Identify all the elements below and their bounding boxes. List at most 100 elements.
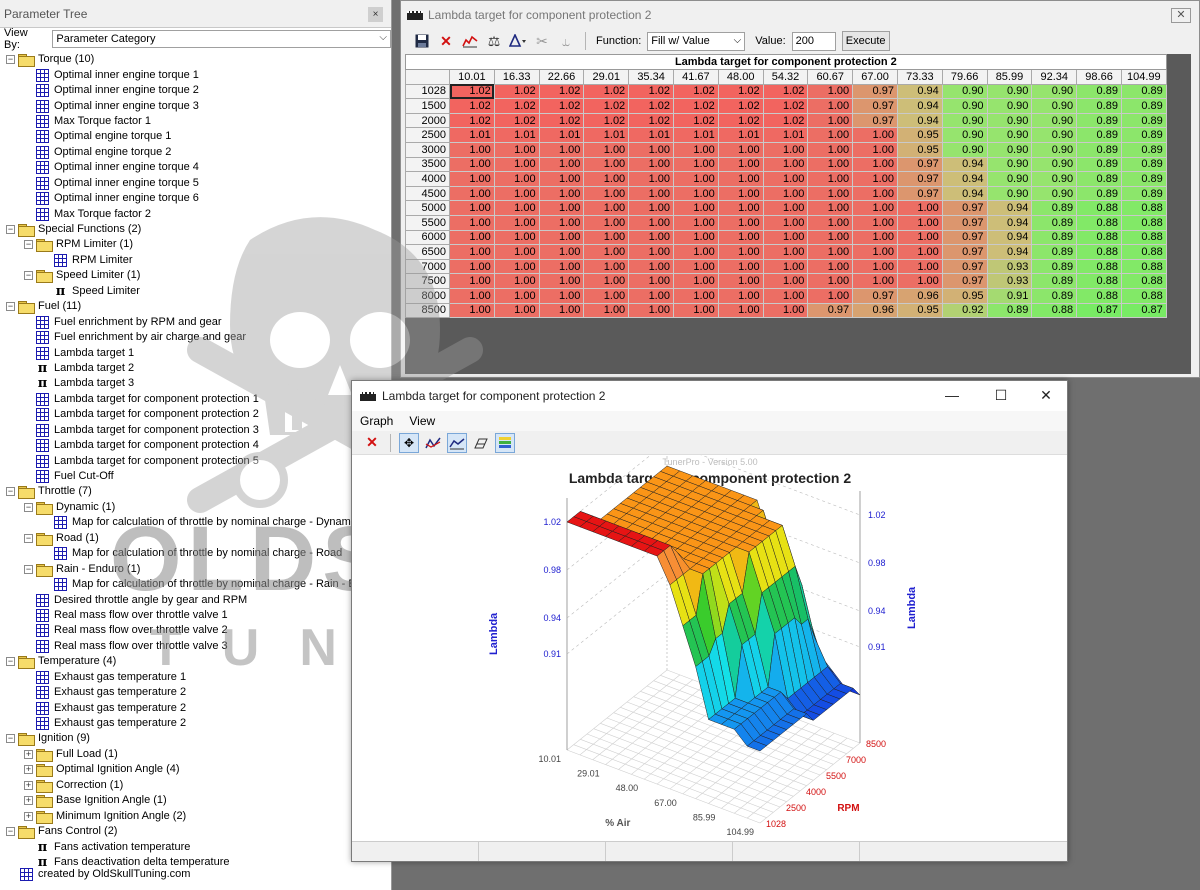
collapse-icon[interactable]: − <box>24 240 33 250</box>
grid-cell[interactable]: 1.00 <box>449 156 495 173</box>
grid-cell[interactable]: 1.00 <box>493 244 540 260</box>
grid-cell[interactable]: 0.90 <box>941 83 988 100</box>
tree-item[interactable]: Real mass flow over throttle valve 2 <box>0 623 391 638</box>
grid-cell[interactable]: 0.95 <box>941 287 988 304</box>
tree-folder[interactable]: − Temperature (4) <box>0 654 391 670</box>
grid-cell[interactable]: 0.95 <box>896 302 943 319</box>
grid-cell[interactable]: 0.94 <box>986 244 1033 260</box>
tree-folder[interactable]: + Correction (1) <box>0 778 391 793</box>
grid-cell[interactable]: 0.89 <box>1031 200 1078 216</box>
grid-cell[interactable]: 1.00 <box>762 287 809 304</box>
grid-cell[interactable]: 1.00 <box>583 141 630 158</box>
grid-cell[interactable]: 1.00 <box>717 214 764 231</box>
row-header[interactable]: 3500 <box>405 156 450 173</box>
grid-cell[interactable]: 1.00 <box>583 287 630 304</box>
grid-cell[interactable]: 0.89 <box>1120 171 1167 187</box>
tree-item[interactable]: π Lambda target 2 <box>0 361 391 376</box>
grid-cell[interactable]: 1.01 <box>493 127 540 143</box>
grid-cell[interactable]: 1.02 <box>583 112 630 129</box>
grid-cell[interactable]: 1.02 <box>493 112 540 129</box>
tree-folder[interactable]: − Ignition (9) <box>0 731 391 747</box>
grid-cell[interactable]: 0.89 <box>1076 141 1122 158</box>
grid-cell[interactable]: 1.01 <box>717 127 764 143</box>
grid-cell[interactable]: 1.02 <box>449 83 495 100</box>
grid-cell[interactable]: 1.01 <box>538 127 585 143</box>
grid-cell[interactable]: 0.89 <box>1076 112 1122 129</box>
grid-cell[interactable]: 1.00 <box>628 273 674 289</box>
grid-cell[interactable]: 1.00 <box>852 273 898 289</box>
collapse-icon[interactable]: − <box>6 734 15 744</box>
surface-icon[interactable] <box>447 432 467 453</box>
grid-cell[interactable]: 0.92 <box>941 302 988 319</box>
expand-icon[interactable]: + <box>24 811 33 821</box>
grid-cell[interactable]: 0.97 <box>852 83 898 100</box>
grid-cell[interactable]: 1.02 <box>762 83 809 100</box>
grid-cell[interactable]: 1.00 <box>493 214 540 231</box>
expand-icon[interactable]: + <box>24 780 33 790</box>
execute-button[interactable]: Execute <box>841 31 890 51</box>
grid-cell[interactable]: 1.02 <box>493 83 540 100</box>
grid-cell[interactable]: 0.88 <box>1076 287 1122 304</box>
grid-cell[interactable]: 1.00 <box>717 141 764 158</box>
view-by-select[interactable]: Parameter Category ⌵ <box>52 30 391 48</box>
grid-cell[interactable]: 0.88 <box>1120 244 1167 260</box>
grid-cell[interactable]: 1.00 <box>762 302 809 319</box>
grid-cell[interactable]: 1.00 <box>762 273 809 289</box>
grid-cell[interactable]: 1.00 <box>583 229 630 246</box>
grid-cell[interactable]: 0.90 <box>986 156 1033 173</box>
grid-cell[interactable]: 0.88 <box>1076 273 1122 289</box>
grid-cell[interactable]: 1.00 <box>852 244 898 260</box>
tree-item[interactable]: Lambda target 1 <box>0 345 391 360</box>
grid-cell[interactable]: 1.00 <box>449 200 495 216</box>
grid-cell[interactable]: 0.90 <box>1031 156 1078 173</box>
grid-cell[interactable]: 1.00 <box>583 273 630 289</box>
row-header[interactable]: 8000 <box>405 287 450 304</box>
grid-cell[interactable]: 1.00 <box>538 156 585 173</box>
grid-cell[interactable]: 1.00 <box>807 185 854 202</box>
row-header[interactable]: 3000 <box>405 141 450 158</box>
grid-cell[interactable]: 1.02 <box>717 112 764 129</box>
grid-cell[interactable]: 1.00 <box>449 302 495 319</box>
grid-cell[interactable]: 1.00 <box>762 185 809 202</box>
grid-cell[interactable]: 1.02 <box>538 83 585 100</box>
grid-cell[interactable]: 1.00 <box>583 258 630 275</box>
grid-cell[interactable]: 1.00 <box>493 273 540 289</box>
tree-item[interactable]: Real mass flow over throttle valve 3 <box>0 639 391 654</box>
grid-cell[interactable]: 1.00 <box>493 171 540 187</box>
grid-cell[interactable]: 0.90 <box>1031 112 1078 129</box>
tree-item[interactable]: Lambda target for component protection 2 <box>0 407 391 422</box>
row-header[interactable]: 7000 <box>405 258 450 275</box>
tree-item[interactable]: Map for calculation of throttle by nomin… <box>0 515 391 530</box>
grid-cell[interactable]: 1.00 <box>717 185 764 202</box>
tree-item[interactable]: Exhaust gas temperature 2 <box>0 716 391 731</box>
grid-cell[interactable]: 1.00 <box>493 229 540 246</box>
grid-cell[interactable]: 1.00 <box>628 171 674 187</box>
grid-cell[interactable]: 1.00 <box>896 273 943 289</box>
tree-item[interactable]: Exhaust gas temperature 1 <box>0 670 391 685</box>
grid-cell[interactable]: 0.89 <box>1120 127 1167 143</box>
row-header[interactable]: 5000 <box>405 200 450 216</box>
tree-folder[interactable]: + Optimal Ignition Angle (4) <box>0 762 391 778</box>
cut-icon[interactable]: ✂ <box>533 32 551 50</box>
menu-graph[interactable]: Graph <box>360 414 393 428</box>
row-header[interactable]: 6500 <box>405 244 450 260</box>
row-header[interactable]: 1500 <box>405 98 450 114</box>
grid-cell[interactable]: 1.00 <box>449 229 495 246</box>
grid-cell[interactable]: 1.00 <box>807 112 854 129</box>
column-header[interactable]: 16.33 <box>493 69 540 85</box>
collapse-icon[interactable]: − <box>6 827 15 837</box>
grid-cell[interactable]: 0.88 <box>1076 200 1122 216</box>
grid-cell[interactable]: 0.89 <box>1076 98 1122 114</box>
row-header[interactable]: 4500 <box>405 185 450 202</box>
tree-panel-close-icon[interactable]: × <box>368 7 383 22</box>
grid-cell[interactable]: 0.94 <box>986 200 1033 216</box>
tree-item[interactable]: Exhaust gas temperature 2 <box>0 685 391 700</box>
column-header[interactable]: 48.00 <box>717 69 764 85</box>
grid-cell[interactable]: 1.00 <box>807 127 854 143</box>
tree-folder[interactable]: − Throttle (7) <box>0 484 391 500</box>
grid-cell[interactable]: 1.00 <box>717 244 764 260</box>
grid-cell[interactable]: 1.00 <box>717 171 764 187</box>
grid-corner[interactable] <box>405 69 450 85</box>
grid-cell[interactable]: 1.00 <box>762 156 809 173</box>
grid-cell[interactable]: 1.00 <box>762 229 809 246</box>
